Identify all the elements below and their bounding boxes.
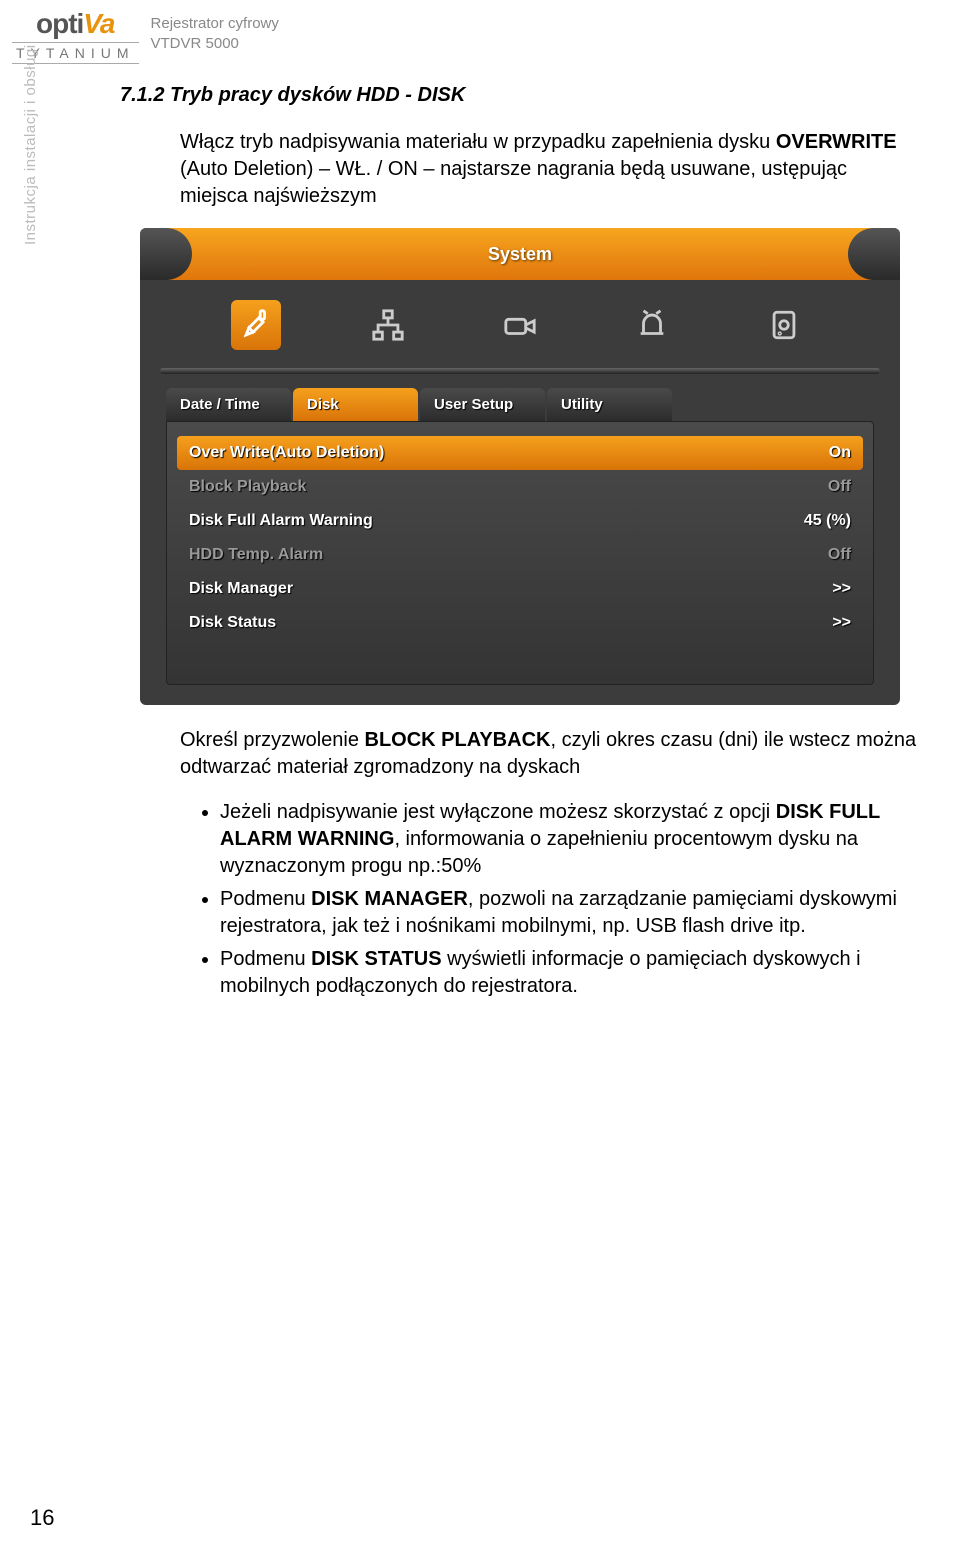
row-label: Over Write(Auto Deletion) [189, 444, 384, 462]
page-header: optiVa TYTANIUM Rejestrator cyfrowy VTDV… [0, 0, 960, 64]
tab-date-time[interactable]: Date / Time [166, 388, 291, 421]
post-paragraph: Określ przyzwolenie BLOCK PLAYBACK, czyl… [180, 727, 920, 781]
dialog-title: System [488, 244, 552, 265]
row-label: Disk Manager [189, 580, 293, 598]
bullet-list: Jeżeli nadpisywanie jest wyłączone możes… [220, 799, 910, 1000]
toolbar-divider [160, 368, 880, 374]
logo-text: opti [36, 8, 83, 39]
row-disk-manager[interactable]: Disk Manager >> [167, 572, 873, 606]
list-item: Jeżeli nadpisywanie jest wyłączone możes… [220, 799, 910, 880]
row-hdd-temp-alarm[interactable]: HDD Temp. Alarm Off [167, 538, 873, 572]
main-content: 7.1.2 Tryb pracy dysków HDD - DISK Włącz… [120, 64, 920, 1000]
row-value: >> [832, 614, 851, 632]
list-item: Podmenu DISK MANAGER, pozwoli na zarządz… [220, 886, 910, 940]
panel-spacer [167, 640, 873, 670]
intro-pre: Włącz tryb nadpisywania materiału w przy… [180, 131, 776, 153]
post-pre: Określ przyzwolenie [180, 729, 365, 751]
camera-icon[interactable] [495, 300, 545, 350]
row-disk-full-warning[interactable]: Disk Full Alarm Warning 45 (%) [167, 504, 873, 538]
row-label: Disk Full Alarm Warning [189, 512, 373, 530]
bullet-bold: DISK MANAGER [311, 888, 468, 910]
doc-title-line1: Rejestrator cyfrowy [151, 14, 279, 34]
titlebar-decor-left [140, 228, 192, 280]
doc-title-line2: VTDVR 5000 [151, 34, 279, 54]
tools-icon[interactable] [231, 300, 281, 350]
logo-main: optiVa [36, 8, 115, 40]
icon-toolbar [140, 280, 900, 360]
intro-post: (Auto Deletion) – WŁ. / ON – najstarsze … [180, 158, 847, 207]
intro-bold: OVERWRITE [776, 131, 897, 153]
settings-panel: Over Write(Auto Deletion) On Block Playb… [166, 421, 874, 685]
system-dialog: System Date / Time Disk User Set [140, 228, 900, 705]
bullet-pre: Podmenu [220, 888, 311, 910]
tab-row: Date / Time Disk User Setup Utility [140, 388, 900, 421]
dialog-titlebar: System [140, 228, 900, 280]
alarm-icon[interactable] [627, 300, 677, 350]
tab-utility[interactable]: Utility [547, 388, 672, 421]
network-icon[interactable] [363, 300, 413, 350]
row-value: >> [832, 580, 851, 598]
titlebar-decor-right [848, 228, 900, 280]
section-heading: 7.1.2 Tryb pracy dysków HDD - DISK [120, 84, 920, 107]
sidebar-vertical-label: Instrukcja instalacji i obsługi [22, 44, 39, 245]
row-label: Block Playback [189, 478, 306, 496]
tab-disk[interactable]: Disk [293, 388, 418, 421]
logo-accent: Va [83, 8, 114, 39]
row-overwrite[interactable]: Over Write(Auto Deletion) On [177, 436, 863, 470]
row-label: HDD Temp. Alarm [189, 546, 323, 564]
hdd-icon[interactable] [759, 300, 809, 350]
list-item: Podmenu DISK STATUS wyświetli informacje… [220, 946, 910, 1000]
row-value: Off [828, 546, 851, 564]
bullet-pre: Podmenu [220, 948, 311, 970]
doc-title: Rejestrator cyfrowy VTDVR 5000 [151, 14, 279, 53]
row-block-playback[interactable]: Block Playback Off [167, 470, 873, 504]
row-value: Off [828, 478, 851, 496]
post-bold: BLOCK PLAYBACK [365, 729, 551, 751]
page-number: 16 [30, 1505, 54, 1531]
bullet-bold: DISK STATUS [311, 948, 441, 970]
row-value: 45 (%) [804, 512, 851, 530]
bullet-pre: Jeżeli nadpisywanie jest wyłączone możes… [220, 801, 776, 823]
intro-paragraph: Włącz tryb nadpisywania materiału w przy… [180, 129, 920, 210]
row-value: On [829, 444, 851, 462]
row-disk-status[interactable]: Disk Status >> [167, 606, 873, 640]
row-label: Disk Status [189, 614, 276, 632]
tab-user-setup[interactable]: User Setup [420, 388, 545, 421]
